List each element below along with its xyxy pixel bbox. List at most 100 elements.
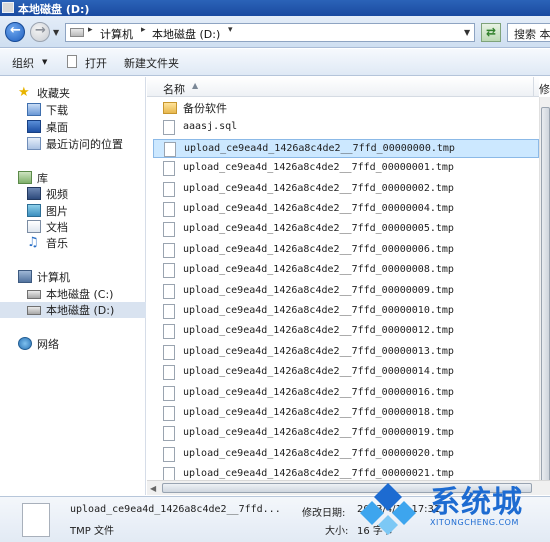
file-icon <box>67 55 77 68</box>
nav-label: 本地磁盘 (D:) <box>46 304 115 317</box>
vertical-scrollbar[interactable] <box>539 97 550 495</box>
nav-item-pictures[interactable]: 图片 <box>27 203 137 219</box>
nav-label: 网络 <box>37 338 59 351</box>
file-icon <box>163 283 175 299</box>
file-icon <box>22 503 50 537</box>
file-name: upload_ce9ea4d_1426a8c4de2__7ffd_0000002… <box>183 447 454 459</box>
file-icon <box>164 141 176 157</box>
file-name: upload_ce9ea4d_1426a8c4de2__7ffd_0000000… <box>183 284 454 296</box>
file-row[interactable]: upload_ce9ea4d_1426a8c4de2__7ffd_0000000… <box>153 261 550 280</box>
organize-button[interactable]: 组织 <box>12 55 34 71</box>
file-row[interactable]: upload_ce9ea4d_1426a8c4de2__7ffd_0000000… <box>153 282 550 301</box>
nav-label: 本地磁盘 (C:) <box>46 288 114 301</box>
video-icon <box>27 187 41 200</box>
selected-file-name: upload_ce9ea4d_1426a8c4de2__7ffd... <box>70 504 281 515</box>
desktop-icon <box>27 120 41 133</box>
file-row[interactable]: upload_ce9ea4d_1426a8c4de2__7ffd_0000002… <box>153 445 550 464</box>
file-row[interactable]: upload_ce9ea4d_1426a8c4de2__7ffd_0000000… <box>153 159 550 178</box>
folder-row[interactable]: 备份软件 <box>153 98 539 117</box>
file-row[interactable]: upload_ce9ea4d_1426a8c4de2__7ffd_0000001… <box>153 384 550 403</box>
recent-pages-dropdown-icon[interactable]: ▼ <box>53 28 59 37</box>
file-icon <box>163 161 175 177</box>
file-row[interactable]: upload_ce9ea4d_1426a8c4de2__7ffd_0000001… <box>153 302 550 321</box>
file-name: upload_ce9ea4d_1426a8c4de2__7ffd_0000000… <box>183 203 454 214</box>
file-row[interactable]: upload_ce9ea4d_1426a8c4de2__7ffd_0000001… <box>153 424 550 443</box>
file-row[interactable]: upload_ce9ea4d_1426a8c4de2__7ffd_0000001… <box>153 343 550 362</box>
scroll-left-icon[interactable]: ◀ <box>150 484 156 493</box>
folder-icon <box>163 102 177 114</box>
sort-ascending-icon: ▲ <box>192 81 199 90</box>
file-name: upload_ce9ea4d_1426a8c4de2__7ffd_0000000… <box>183 243 454 255</box>
file-row[interactable]: upload_ce9ea4d_1426a8c4de2__7ffd_0000000… <box>153 220 550 239</box>
file-row[interactable]: upload_ce9ea4d_1426a8c4de2__7ffd_0000000… <box>153 241 550 260</box>
nav-network[interactable]: 网络 <box>18 336 138 352</box>
nav-item-videos[interactable]: 视频 <box>27 186 137 202</box>
file-name: upload_ce9ea4d_1426a8c4de2__7ffd_0000000… <box>183 223 454 235</box>
computer-icon <box>18 270 32 283</box>
nav-libraries[interactable]: 库 <box>18 170 138 186</box>
watermark: 系统城 XITONGCHENG.COM <box>358 473 550 542</box>
column-divider[interactable] <box>533 77 534 97</box>
chevron-down-icon[interactable]: ▾ <box>228 25 233 35</box>
address-row: ← → ▼ ▸ 计算机 ▸ 本地磁盘 (D:) ▾ ▼ ⇄ 搜索 本 <box>0 16 550 48</box>
address-dropdown-icon[interactable]: ▼ <box>464 28 470 37</box>
network-icon <box>18 337 32 350</box>
modified-label: 修改日期: <box>302 508 346 519</box>
file-row[interactable]: upload_ce9ea4d_1426a8c4de2__7ffd_0000001… <box>153 404 550 423</box>
file-name: upload_ce9ea4d_1426a8c4de2__7ffd_0000000… <box>183 162 454 174</box>
title-bar: 本地磁盘 (D:) <box>0 0 550 16</box>
file-icon <box>163 426 175 442</box>
file-icon <box>163 344 175 360</box>
document-icon <box>27 220 41 233</box>
refresh-button[interactable]: ⇄ <box>481 23 501 42</box>
nav-label: 收藏夹 <box>37 87 70 100</box>
nav-item-documents[interactable]: 文档 <box>27 219 137 235</box>
file-row[interactable]: upload_ce9ea4d_1426a8c4de2__7ffd_0000000… <box>153 200 550 219</box>
file-name: upload_ce9ea4d_1426a8c4de2__7ffd_0000001… <box>183 345 454 357</box>
new-folder-button[interactable]: 新建文件夹 <box>124 55 179 71</box>
search-input[interactable]: 搜索 本 <box>507 23 550 42</box>
file-row[interactable]: aaasj.sql <box>153 118 539 137</box>
chevron-down-icon[interactable]: ▼ <box>42 58 47 66</box>
nav-computer[interactable]: 计算机 <box>18 269 138 285</box>
nav-favorites[interactable]: ★ 收藏夹 <box>18 85 138 101</box>
file-name: upload_ce9ea4d_1426a8c4de2__7ffd_0000001… <box>183 407 454 418</box>
chevron-right-icon[interactable]: ▸ <box>88 25 93 35</box>
file-name: upload_ce9ea4d_1426a8c4de2__7ffd_0000000… <box>183 264 454 276</box>
breadcrumb-drive-d[interactable]: 本地磁盘 (D:) <box>152 26 220 42</box>
file-row[interactable]: upload_ce9ea4d_1426a8c4de2__7ffd_0000001… <box>153 322 550 341</box>
forward-arrow-icon: → <box>35 23 46 38</box>
nav-label: 下载 <box>46 104 68 117</box>
nav-label: 文档 <box>46 221 68 234</box>
nav-item-drive-d[interactable]: 本地磁盘 (D:) <box>0 302 146 318</box>
library-icon <box>18 171 32 184</box>
file-name: upload_ce9ea4d_1426a8c4de2__7ffd_0000000… <box>184 142 455 154</box>
file-row[interactable]: upload_ce9ea4d_1426a8c4de2__7ffd_0000001… <box>153 363 550 382</box>
drive-icon <box>2 2 14 13</box>
nav-label: 图片 <box>46 205 68 218</box>
name-column-header[interactable]: 名称 <box>163 81 185 97</box>
nav-item-desktop[interactable]: 桌面 <box>27 119 137 135</box>
back-button[interactable]: ← <box>5 22 25 42</box>
breadcrumb-computer[interactable]: 计算机 <box>100 26 133 42</box>
drive-icon <box>27 290 41 299</box>
nav-item-music[interactable]: ♫ 音乐 <box>27 235 137 251</box>
nav-item-recent-places[interactable]: 最近访问的位置 <box>27 136 142 152</box>
scrollbar-thumb[interactable] <box>541 107 550 487</box>
address-bar[interactable]: ▸ 计算机 ▸ 本地磁盘 (D:) ▾ <box>65 23 475 42</box>
chevron-right-icon[interactable]: ▸ <box>141 25 146 35</box>
file-icon <box>163 242 175 258</box>
modified-column-header[interactable]: 修 <box>539 81 550 97</box>
drive-icon <box>27 306 41 315</box>
forward-button[interactable]: → <box>30 22 50 42</box>
window-title: 本地磁盘 (D:) <box>18 3 90 16</box>
file-row[interactable]: upload_ce9ea4d_1426a8c4de2__7ffd_0000000… <box>153 180 550 199</box>
file-icon <box>163 304 175 319</box>
nav-item-downloads[interactable]: 下载 <box>27 102 137 118</box>
file-icon <box>163 222 175 238</box>
file-icon <box>163 263 175 279</box>
nav-item-drive-c[interactable]: 本地磁盘 (C:) <box>27 286 142 302</box>
file-row[interactable]: upload_ce9ea4d_1426a8c4de2__7ffd_0000000… <box>153 138 550 158</box>
file-list: 名称 ▲ 修 备份软件 aaasj.sql upload_ce9ea4d_1426a… <box>147 77 550 495</box>
open-button[interactable]: 打开 <box>85 55 107 71</box>
